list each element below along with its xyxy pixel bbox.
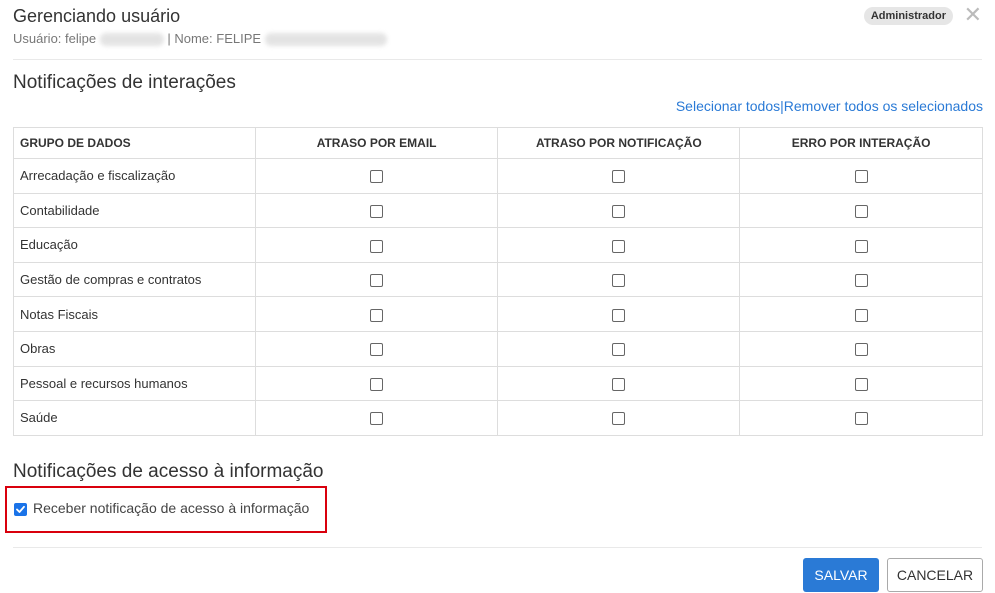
email-delay-checkbox[interactable] bbox=[370, 343, 384, 357]
interaction-error-checkbox[interactable] bbox=[854, 170, 868, 184]
table-row: Saúde bbox=[13, 400, 983, 436]
checkbox-cell bbox=[497, 296, 741, 332]
table-row: Pessoal e recursos humanos bbox=[13, 365, 983, 402]
table-row: Notas Fiscais bbox=[13, 296, 983, 332]
checkbox-cell bbox=[497, 330, 741, 367]
checkbox-cell bbox=[254, 227, 499, 263]
email-delay-checkbox[interactable] bbox=[370, 412, 384, 426]
interaction-error-checkbox[interactable] bbox=[854, 204, 868, 218]
checkbox-cell bbox=[497, 158, 741, 194]
email-delay-checkbox[interactable] bbox=[370, 239, 384, 253]
data-group-label: Saúde bbox=[13, 400, 256, 436]
header-divider bbox=[13, 59, 982, 60]
checkbox-cell bbox=[739, 158, 983, 194]
access-notification-label[interactable]: Receber notificação de acesso à informaç… bbox=[33, 500, 309, 516]
table-header-row: GRUPO DE DADOS ATRASO POR EMAIL ATRASO P… bbox=[13, 127, 983, 159]
checkbox-cell bbox=[739, 365, 983, 402]
checkbox-cell bbox=[739, 400, 983, 436]
checkbox-cell bbox=[254, 158, 499, 194]
notification-delay-checkbox[interactable] bbox=[612, 170, 626, 184]
table-row: Educação bbox=[13, 227, 983, 263]
checkbox-cell bbox=[254, 400, 499, 436]
remove-all-link[interactable]: Remover todos os selecionados bbox=[784, 98, 983, 114]
modal-title: Gerenciando usuário bbox=[13, 6, 181, 26]
column-header-group: GRUPO DE DADOS bbox=[13, 127, 256, 159]
column-header-notification-delay: ATRASO POR NOTIFICAÇÃO bbox=[497, 127, 741, 159]
access-notification-checkbox[interactable] bbox=[14, 503, 27, 516]
notification-delay-checkbox[interactable] bbox=[612, 343, 626, 357]
checkbox-cell bbox=[739, 227, 983, 263]
data-group-label: Notas Fiscais bbox=[13, 296, 256, 332]
user-login-label: Usuário: felipe bbox=[13, 31, 97, 46]
email-delay-checkbox[interactable] bbox=[370, 170, 384, 184]
checkbox-cell bbox=[497, 192, 741, 229]
checkbox-cell bbox=[739, 261, 983, 298]
column-header-interaction-error: ERRO POR INTERAÇÃO bbox=[739, 127, 983, 159]
email-delay-checkbox[interactable] bbox=[370, 204, 384, 218]
select-all-link[interactable]: Selecionar todos bbox=[676, 98, 780, 114]
checkbox-cell bbox=[739, 330, 983, 367]
interaction-error-checkbox[interactable] bbox=[854, 377, 868, 391]
data-group-label: Contabilidade bbox=[13, 192, 256, 229]
table-row: Gestão de compras e contratos bbox=[13, 261, 983, 298]
checkbox-cell bbox=[497, 227, 741, 263]
data-group-label: Arrecadação e fiscalização bbox=[13, 158, 256, 194]
interaction-error-checkbox[interactable] bbox=[854, 308, 868, 322]
redacted-name bbox=[264, 33, 387, 47]
data-group-label: Pessoal e recursos humanos bbox=[13, 365, 256, 402]
footer-divider bbox=[13, 547, 982, 548]
checkbox-cell bbox=[497, 365, 741, 402]
checkbox-cell bbox=[254, 365, 499, 402]
data-group-label: Gestão de compras e contratos bbox=[13, 261, 256, 298]
table-row: Contabilidade bbox=[13, 192, 983, 229]
data-group-label: Obras bbox=[13, 330, 256, 367]
user-name-label: | Nome: FELIPE bbox=[167, 31, 262, 46]
notification-delay-checkbox[interactable] bbox=[612, 274, 626, 288]
save-button[interactable]: SALVAR bbox=[803, 558, 879, 592]
bulk-select-links: Selecionar todos|Remover todos os seleci… bbox=[676, 98, 983, 114]
checkbox-cell bbox=[739, 192, 983, 229]
notifications-table: GRUPO DE DADOS ATRASO POR EMAIL ATRASO P… bbox=[13, 127, 983, 436]
checkbox-cell bbox=[254, 296, 499, 332]
close-icon[interactable]: ✕ bbox=[964, 4, 982, 26]
table-row: Arrecadação e fiscalização bbox=[13, 158, 983, 194]
interaction-error-checkbox[interactable] bbox=[854, 239, 868, 253]
interaction-error-checkbox[interactable] bbox=[854, 274, 868, 288]
checkbox-cell bbox=[497, 400, 741, 436]
column-header-email-delay: ATRASO POR EMAIL bbox=[254, 127, 499, 159]
cancel-button[interactable]: CANCELAR bbox=[887, 558, 983, 592]
access-section-title: Notificações de acesso à informação bbox=[13, 461, 324, 482]
notification-delay-checkbox[interactable] bbox=[612, 412, 626, 426]
notification-delay-checkbox[interactable] bbox=[612, 204, 626, 218]
email-delay-checkbox[interactable] bbox=[370, 274, 384, 288]
email-delay-checkbox[interactable] bbox=[370, 308, 384, 322]
access-notification-highlight: Receber notificação de acesso à informaç… bbox=[5, 486, 327, 533]
checkbox-cell bbox=[497, 261, 741, 298]
user-info: Usuário: felipe | Nome: FELIPE bbox=[13, 31, 387, 47]
modal-header: Gerenciando usuário Usuário: felipe | No… bbox=[13, 4, 982, 58]
role-badge: Administrador bbox=[863, 7, 953, 25]
notification-delay-checkbox[interactable] bbox=[612, 308, 626, 322]
interactions-section-title: Notificações de interações bbox=[13, 72, 236, 93]
data-group-label: Educação bbox=[13, 227, 256, 263]
checkbox-cell bbox=[254, 330, 499, 367]
table-row: Obras bbox=[13, 330, 983, 367]
interaction-error-checkbox[interactable] bbox=[854, 343, 868, 357]
redacted-login bbox=[99, 33, 164, 47]
notification-delay-checkbox[interactable] bbox=[612, 239, 626, 253]
checkbox-cell bbox=[739, 296, 983, 332]
email-delay-checkbox[interactable] bbox=[370, 377, 384, 391]
checkbox-cell bbox=[254, 192, 499, 229]
checkmark-icon bbox=[16, 505, 25, 513]
notification-delay-checkbox[interactable] bbox=[612, 377, 626, 391]
checkbox-cell bbox=[254, 261, 499, 298]
interaction-error-checkbox[interactable] bbox=[854, 412, 868, 426]
